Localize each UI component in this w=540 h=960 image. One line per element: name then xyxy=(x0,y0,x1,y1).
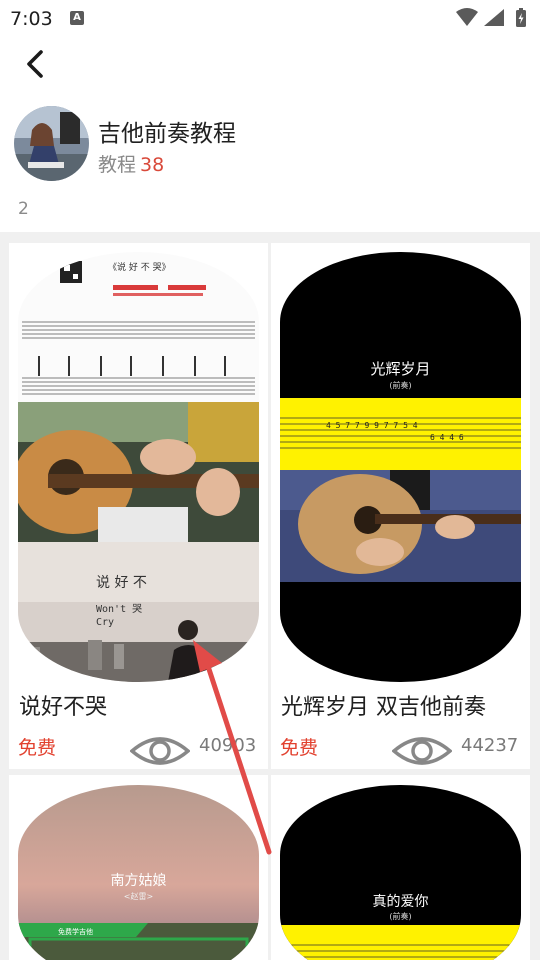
course-meta-label: 教程 xyxy=(98,154,137,176)
thumb-subheading: (前奏) xyxy=(389,380,411,390)
thumb-heading: 南方姑娘 xyxy=(111,873,167,889)
video-thumbnail[interactable]: 光辉岁月 (前奏) 4 5 7 7 9 9 7 7 5 4 6 4 4 6 xyxy=(280,252,521,682)
course-title: 吉他前奏教程 xyxy=(98,121,236,147)
course-header: 吉他前奏教程 教程 38 xyxy=(14,106,514,182)
annotation-arrow xyxy=(193,640,272,855)
section-number: 2 xyxy=(18,199,29,219)
eye-icon xyxy=(392,737,452,765)
video-thumbnail[interactable]: 《说 好 不 哭》 说 好 不 Won't 哭 Cry xyxy=(18,252,259,682)
video-card[interactable]: 光辉岁月 (前奏) 4 5 7 7 9 9 7 7 5 4 6 4 4 6 光辉… xyxy=(271,243,530,769)
thumb-overlay-text: Cry xyxy=(96,617,114,628)
course-meta: 教程 38 xyxy=(98,150,164,177)
system-icons xyxy=(456,8,526,27)
thumb-heading: 真的爱你 xyxy=(373,894,429,910)
thumb-banner: 免费学吉他 xyxy=(58,927,93,936)
video-thumbnail[interactable]: 真的爱你 (前奏) xyxy=(280,785,521,960)
thumb-subheading: (前奏) xyxy=(389,911,411,921)
video-title: 光辉岁月 双吉他前奏 xyxy=(281,695,486,720)
price-label: 免费 xyxy=(18,737,57,759)
view-count: 44237 xyxy=(461,735,519,756)
status-bar: 7:03 A xyxy=(0,0,540,36)
tab-numbers: 4 5 7 7 9 9 7 7 5 4 xyxy=(326,421,418,430)
wifi-icon xyxy=(456,8,478,26)
signal-icon xyxy=(484,9,504,26)
thumb-heading: 光辉岁月 xyxy=(370,360,430,378)
notification-icon: A xyxy=(70,11,84,25)
back-arrow-icon xyxy=(27,50,43,78)
video-card[interactable]: 真的爱你 (前奏) xyxy=(271,775,530,960)
tab-numbers: 6 4 4 6 xyxy=(430,433,464,442)
sheet-title: 《说 好 不 哭》 xyxy=(108,261,171,273)
thumb-subheading: <赵雷> xyxy=(124,891,153,901)
price-label: 免费 xyxy=(280,737,319,759)
thumb-overlay-text: 说 好 不 xyxy=(96,575,147,591)
status-time: 7:03 xyxy=(10,8,53,30)
avatar[interactable] xyxy=(14,106,89,181)
back-button[interactable] xyxy=(18,46,54,82)
thumb-overlay-text: Won't 哭 xyxy=(96,603,142,615)
video-title: 说好不哭 xyxy=(19,695,108,720)
course-count: 38 xyxy=(140,154,165,176)
battery-icon xyxy=(516,8,526,27)
